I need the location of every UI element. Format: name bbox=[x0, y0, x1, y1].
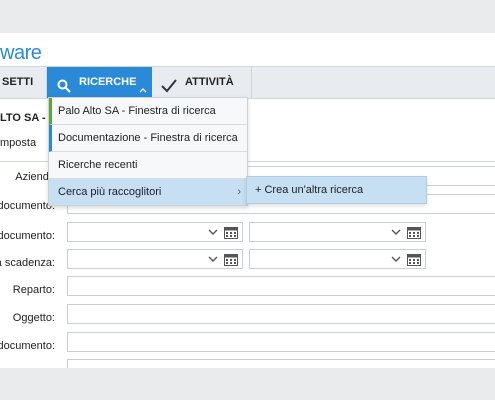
menu-item-recent-searches[interactable]: Ricerche recenti bbox=[49, 152, 247, 179]
numero-documento-input[interactable] bbox=[67, 332, 495, 352]
label-oggetto: Oggetto: bbox=[12, 312, 55, 324]
label-data-documento: documento: bbox=[0, 230, 55, 242]
label-data-scadenza: a scadenza: bbox=[0, 257, 55, 269]
label-tipo-documento: documento: bbox=[0, 200, 55, 212]
search-submenu: + Crea un'altra ricerca bbox=[246, 176, 427, 204]
data-scadenza-from[interactable] bbox=[67, 249, 243, 269]
chevron-up-icon bbox=[139, 86, 147, 95]
chevron-down-icon[interactable] bbox=[391, 253, 401, 267]
data-documento-from[interactable] bbox=[67, 222, 243, 242]
chevron-right-icon: › bbox=[237, 186, 241, 198]
search-dropdown-menu: Palo Alto SA - Finestra di ricerca Docum… bbox=[48, 97, 248, 206]
calendar-icon[interactable] bbox=[407, 226, 421, 242]
menu-item-palo-alto-search[interactable]: Palo Alto SA - Finestra di ricerca bbox=[49, 98, 247, 125]
main-toolbar: SETTI RICERCHE ATTIVITÀ bbox=[0, 66, 495, 99]
chevron-down-icon[interactable] bbox=[208, 253, 218, 267]
calendar-icon[interactable] bbox=[224, 226, 238, 242]
menu-item-documentazione-search[interactable]: Documentazione - Finestra di ricerca bbox=[49, 125, 247, 152]
toolbar-activity-tab[interactable]: ATTIVITÀ bbox=[152, 67, 252, 98]
chevron-down-icon[interactable] bbox=[208, 226, 218, 240]
toolbar-activity-label: ATTIVITÀ bbox=[185, 76, 234, 88]
next-field-input[interactable] bbox=[67, 359, 495, 368]
data-documento-to[interactable] bbox=[249, 222, 426, 242]
calendar-icon[interactable] bbox=[224, 253, 238, 269]
label-reparto: Reparto: bbox=[12, 284, 55, 296]
chevron-down-icon[interactable] bbox=[391, 226, 401, 240]
data-scadenza-to[interactable] bbox=[249, 249, 426, 269]
menu-item-search-more-folders[interactable]: Cerca più raccoglitori › bbox=[49, 179, 247, 205]
brand-logo: ware bbox=[0, 42, 42, 64]
calendar-icon[interactable] bbox=[407, 253, 421, 269]
label-numero-documento: documento: bbox=[0, 340, 55, 352]
menu-item-label: Cerca più raccoglitori bbox=[58, 186, 162, 198]
tab-impostazioni[interactable]: mposta bbox=[0, 136, 36, 150]
toolbar-settings-tab[interactable]: SETTI bbox=[0, 67, 47, 98]
oggetto-input[interactable] bbox=[67, 304, 495, 324]
app-window: ware SETTI RICERCHE ATTIVITÀ LTO SA - FI… bbox=[0, 33, 495, 368]
toolbar-search-label: RICERCHE bbox=[79, 76, 137, 88]
toolbar-search-tab[interactable]: RICERCHE bbox=[47, 67, 152, 98]
menu-item-create-search[interactable]: + Crea un'altra ricerca bbox=[247, 177, 426, 203]
toolbar-settings-label: SETTI bbox=[2, 76, 34, 88]
reparto-input[interactable] bbox=[67, 276, 495, 296]
